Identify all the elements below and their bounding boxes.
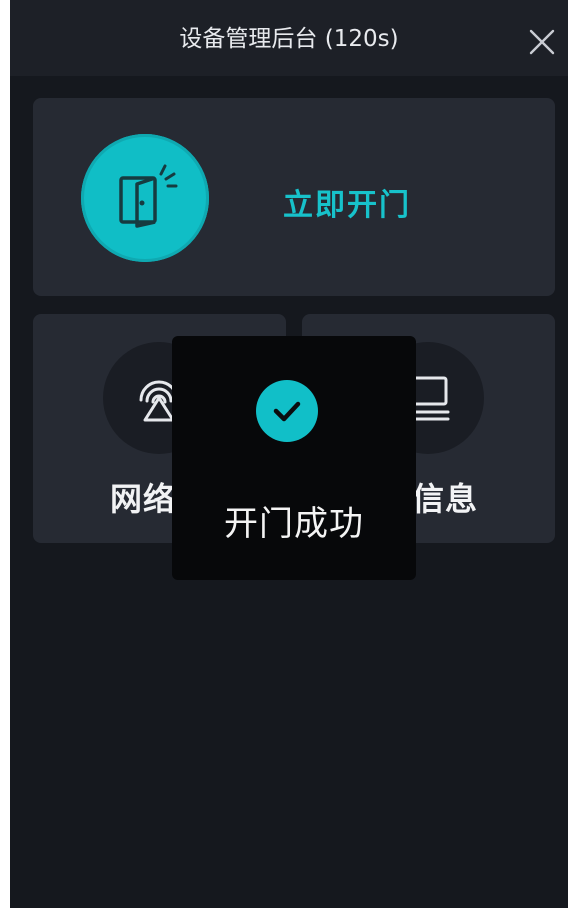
page-title: 设备管理后台 (120s): [179, 26, 399, 52]
toast-check-circle: [256, 380, 318, 442]
open-door-button[interactable]: 立即开门: [33, 98, 555, 296]
check-circle-icon: [273, 401, 301, 422]
close-icon: [529, 29, 555, 55]
toast-message: 开门成功: [224, 504, 364, 544]
device-admin-screen: 设备管理后台 (120s) 立即开门 网络配 备信息 开门成功: [10, 0, 568, 908]
door-icon-circle: [81, 134, 209, 262]
close-button[interactable]: [526, 26, 558, 58]
open-door-label: 立即开门: [283, 188, 411, 223]
header-bar: 设备管理后台 (120s): [10, 0, 568, 76]
success-toast: 开门成功: [172, 336, 416, 580]
door-open-icon: [119, 164, 178, 228]
